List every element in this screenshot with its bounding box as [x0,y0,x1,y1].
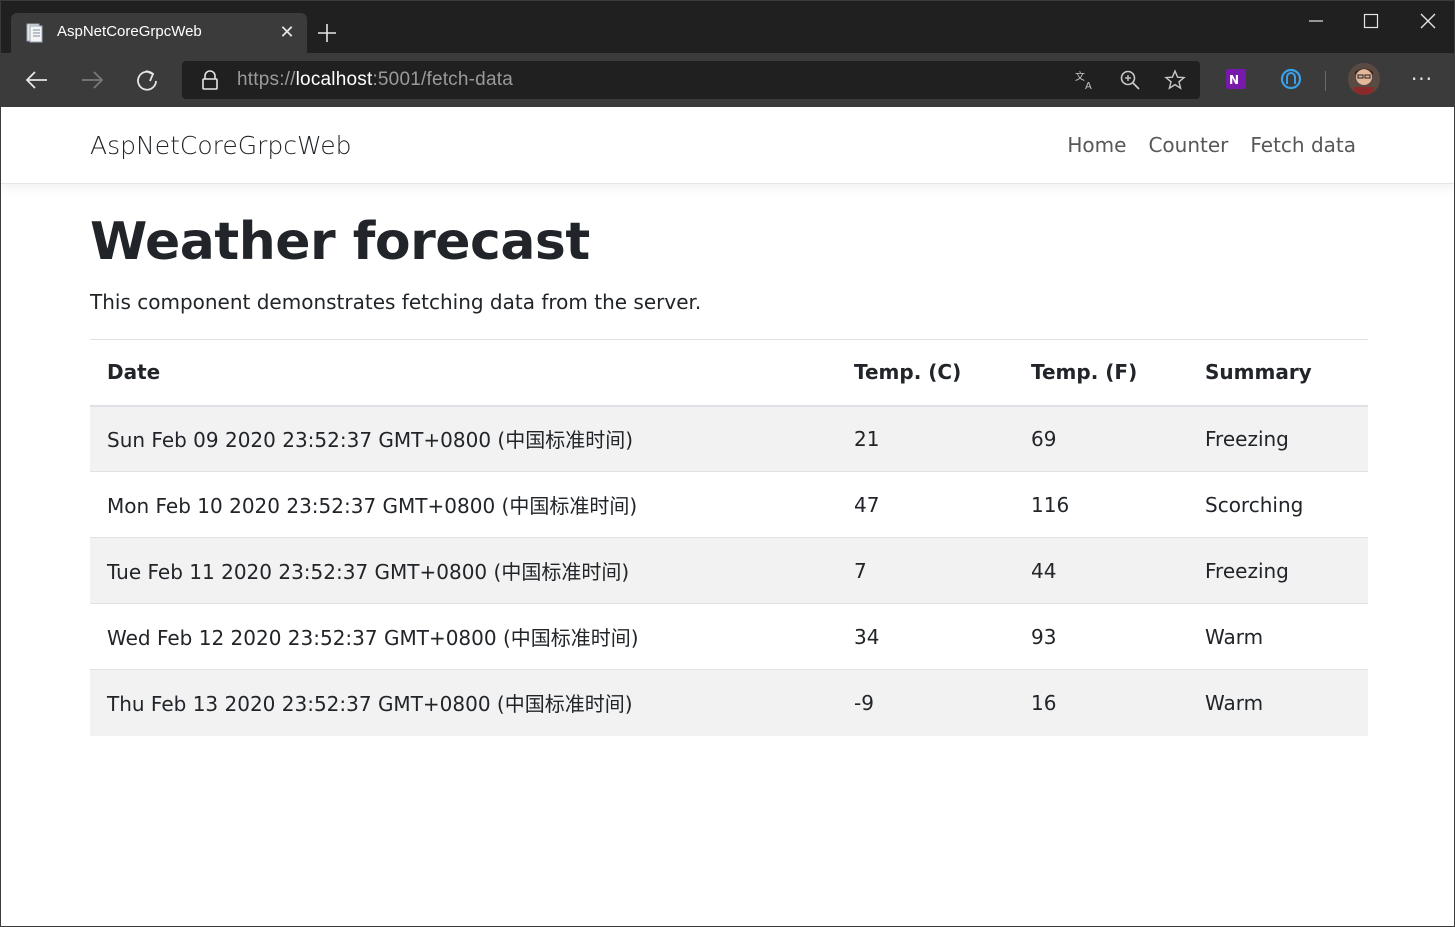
column-header-summary: Summary [1188,339,1368,407]
forecast-table: Date Temp. (C) Temp. (F) Summary Sun Feb… [90,339,1368,736]
cell-summary: Freezing [1188,405,1368,472]
cell-summary: Freezing [1188,537,1368,604]
table-row: Wed Feb 12 2020 23:52:37 GMT+0800 (中国标准时… [90,603,1368,670]
table-row: Sun Feb 09 2020 23:52:37 GMT+0800 (中国标准时… [90,405,1368,472]
zoom-icon[interactable] [1119,69,1141,91]
table-row: Thu Feb 13 2020 23:52:37 GMT+0800 (中国标准时… [90,669,1368,736]
url-path: :5001/fetch-data [372,69,513,90]
more-options-icon[interactable]: ··· [1407,66,1437,92]
table-row: Mon Feb 10 2020 23:52:37 GMT+0800 (中国标准时… [90,471,1368,538]
extension-icon[interactable] [1278,66,1304,92]
cell-temp-f: 69 [1014,405,1188,472]
window-close-icon[interactable] [1413,9,1443,33]
new-tab-icon[interactable] [314,20,340,46]
back-icon[interactable] [22,65,52,95]
profile-avatar[interactable] [1348,63,1380,95]
nav-link-counter[interactable]: Counter [1148,133,1228,157]
page-favicon-icon [25,23,45,43]
cell-summary: Warm [1188,603,1368,670]
cell-date: Thu Feb 13 2020 23:52:37 GMT+0800 (中国标准时… [90,669,837,736]
cell-summary: Warm [1188,669,1368,736]
cell-temp-f: 116 [1014,471,1188,538]
table-row: Tue Feb 11 2020 23:52:37 GMT+0800 (中国标准时… [90,537,1368,604]
url-text[interactable]: https://localhost:5001/fetch-data [237,69,513,91]
svg-text:A: A [1085,81,1092,91]
svg-text:文: 文 [1075,70,1085,83]
browser-window: AspNetCoreGrpcWeb ✕ https://localhost:50… [0,0,1455,927]
onenote-extension-icon[interactable]: N [1223,66,1249,92]
tab-close-icon[interactable]: ✕ [277,23,297,43]
cell-temp-c: 7 [837,537,1014,604]
tab-bar: AspNetCoreGrpcWeb ✕ [1,1,1454,53]
tab-title: AspNetCoreGrpcWeb [57,23,202,40]
forward-icon[interactable] [77,65,107,95]
translate-icon[interactable]: 文 A [1074,69,1096,92]
svg-text:N: N [1229,73,1239,87]
cell-temp-c: -9 [837,669,1014,736]
column-header-temp-f: Temp. (F) [1014,339,1188,407]
nav-link-home[interactable]: Home [1067,133,1126,157]
cell-date: Wed Feb 12 2020 23:52:37 GMT+0800 (中国标准时… [90,603,837,670]
cell-temp-c: 47 [837,471,1014,538]
url-host: localhost [295,69,373,90]
cell-temp-f: 93 [1014,603,1188,670]
toolbar-divider [1325,71,1326,91]
site-navbar: AspNetCoreGrpcWeb Home Counter Fetch dat… [1,107,1454,184]
cell-temp-c: 34 [837,603,1014,670]
page-description: This component demonstrates fetching dat… [90,290,702,314]
favorite-star-icon[interactable] [1164,69,1186,91]
column-header-date: Date [90,339,837,407]
browser-tab[interactable]: AspNetCoreGrpcWeb ✕ [11,13,307,53]
cell-date: Mon Feb 10 2020 23:52:37 GMT+0800 (中国标准时… [90,471,837,538]
cell-temp-c: 21 [837,405,1014,472]
page-title: Weather forecast [90,212,590,272]
minimize-icon[interactable] [1301,9,1331,33]
main-content: Weather forecast This component demonstr… [90,212,1368,736]
nav-link-fetch-data[interactable]: Fetch data [1250,133,1356,157]
address-bar[interactable]: https://localhost:5001/fetch-data 文 A [182,61,1200,99]
nav-links: Home Counter Fetch data [1067,133,1356,157]
web-page: AspNetCoreGrpcWeb Home Counter Fetch dat… [1,107,1454,926]
cell-temp-f: 16 [1014,669,1188,736]
table-header-row: Date Temp. (C) Temp. (F) Summary [90,339,1368,407]
cell-date: Tue Feb 11 2020 23:52:37 GMT+0800 (中国标准时… [90,537,837,604]
lock-icon[interactable] [200,69,220,91]
cell-summary: Scorching [1188,471,1368,538]
column-header-temp-c: Temp. (C) [837,339,1014,407]
browser-toolbar: https://localhost:5001/fetch-data 文 A N … [1,53,1454,107]
cell-temp-f: 44 [1014,537,1188,604]
refresh-icon[interactable] [132,65,162,95]
url-scheme: https:// [237,69,296,90]
maximize-icon[interactable] [1356,9,1386,33]
cell-date: Sun Feb 09 2020 23:52:37 GMT+0800 (中国标准时… [90,405,837,472]
brand-link[interactable]: AspNetCoreGrpcWeb [90,131,352,160]
